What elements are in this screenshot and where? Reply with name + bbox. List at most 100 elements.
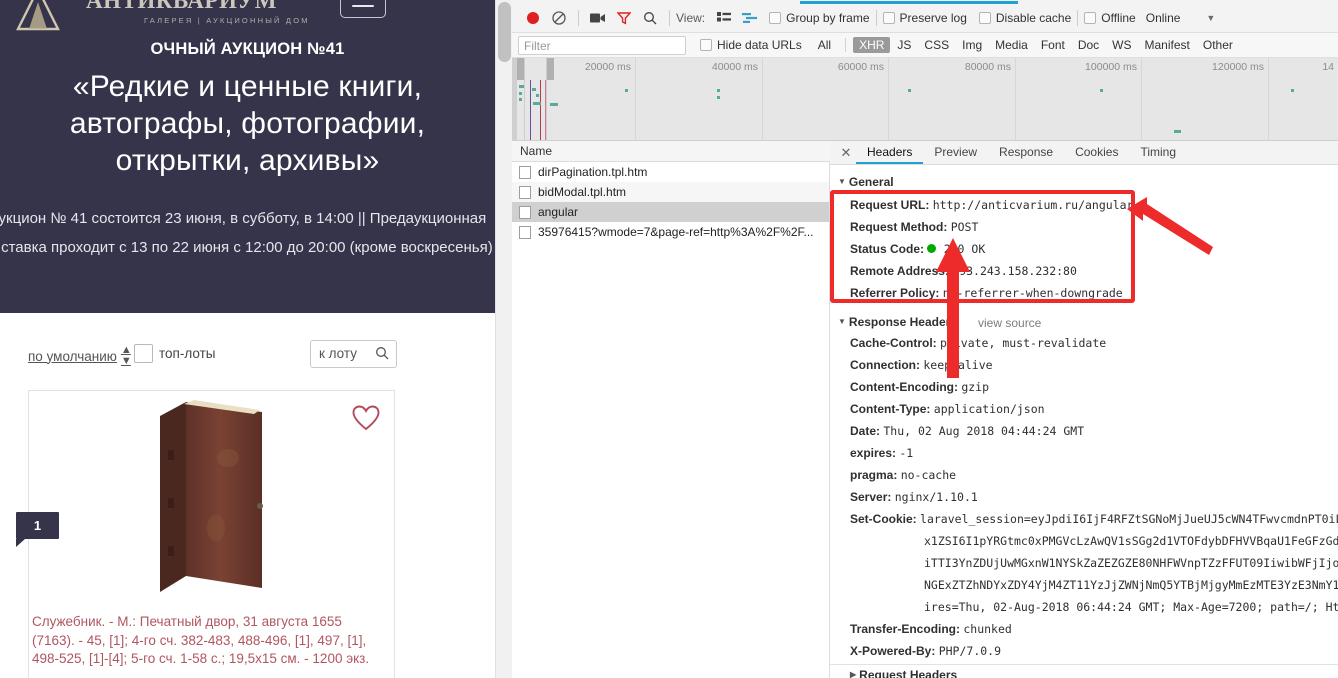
filter-type-all[interactable]: All — [812, 37, 837, 53]
hide-data-urls-checkbox[interactable]: Hide data URLs — [700, 38, 802, 52]
group-by-frame-checkbox[interactable]: Group by frame — [769, 11, 869, 25]
search-icon — [375, 346, 389, 360]
top-lots-checkbox[interactable] — [134, 344, 153, 363]
lot-description[interactable]: Служебник. - М.: Печатный двор, 31 авгус… — [32, 613, 380, 669]
record-icon[interactable] — [520, 5, 546, 31]
request-row-selected[interactable]: angular — [512, 202, 829, 222]
column-header-name: Name — [520, 144, 552, 158]
hamburger-menu-icon[interactable] — [340, 0, 386, 18]
row-key: Content-Encoding: — [850, 380, 958, 394]
row-key: Cache-Control: — [850, 336, 937, 350]
sort-select[interactable]: по умолчанию ▲▼ — [28, 345, 131, 367]
row-key: Status Code: — [850, 242, 924, 256]
filter-type-css[interactable]: CSS — [918, 37, 955, 53]
request-row[interactable]: bidModal.tpl.htm — [512, 182, 829, 202]
general-section-label: General — [849, 175, 894, 189]
row-key: Request URL: — [850, 198, 929, 212]
tab-cookies[interactable]: Cookies — [1064, 141, 1129, 164]
row-key: Transfer-Encoding: — [850, 622, 960, 636]
response-row-transfer-encoding: Transfer-Encoding: chunked — [850, 618, 1012, 640]
response-row-x-powered-by: X-Powered-By: PHP/7.0.9 — [850, 640, 1001, 662]
request-headers-section-header[interactable]: ▶Request Headers — [850, 668, 957, 678]
filter-type-other[interactable]: Other — [1197, 37, 1239, 53]
disable-cache-checkbox[interactable]: Disable cache — [979, 11, 1071, 25]
document-icon — [519, 226, 531, 239]
set-cookie-continuation: NGExZTZhNDYxZDY4YjM4ZT11YzJjZWNjNmQ5YTBj… — [924, 574, 1338, 596]
view-source-link[interactable]: view source — [978, 316, 1041, 330]
tab-timing[interactable]: Timing — [1129, 141, 1187, 164]
filter-type-xhr[interactable]: XHR — [853, 37, 890, 53]
filter-input[interactable]: Filter — [518, 36, 686, 55]
row-value: PHP/7.0.9 — [939, 644, 1001, 658]
auction-kicker: ОЧНЫЙ АУКЦИОН №41 — [0, 40, 495, 59]
brand-logo-mark[interactable] — [14, 0, 62, 32]
disable-cache-box — [979, 12, 991, 24]
lot-search-value: к лоту — [319, 346, 357, 361]
waterfall-view-icon[interactable] — [737, 5, 763, 31]
row-value[interactable]: http://anticvarium.ru/angular — [933, 198, 1134, 212]
chevron-down-icon: ▼ — [838, 177, 846, 186]
general-row-request-url: Request URL: http://anticvarium.ru/angul… — [850, 194, 1133, 216]
toolbar-divider-3 — [876, 10, 877, 26]
search-icon[interactable] — [637, 5, 663, 31]
filter-type-media[interactable]: Media — [989, 37, 1034, 53]
row-key: Request Method: — [850, 220, 947, 234]
preserve-log-box — [883, 12, 895, 24]
network-filterbar: Filter Hide data URLs All XHR JS CSS Img… — [512, 33, 1338, 58]
row-value: nginx/1.10.1 — [895, 490, 978, 504]
brand-logo[interactable]: АНТИКВАРИУМ ГАЛЕРЕЯ | АУКЦИОННЫЙ ДОМ — [86, 0, 316, 28]
document-icon — [519, 206, 531, 219]
overview-tick: 40000 ms — [712, 61, 762, 73]
heart-icon[interactable] — [352, 405, 380, 431]
disable-cache-label: Disable cache — [996, 11, 1071, 25]
filter-type-doc[interactable]: Doc — [1072, 37, 1105, 53]
hide-data-urls-box — [700, 39, 712, 51]
network-toolbar: View: Group by frame — [512, 4, 1338, 33]
tab-headers[interactable]: Headers — [856, 141, 923, 164]
filter-type-img[interactable]: Img — [956, 37, 988, 53]
filter-type-ws[interactable]: WS — [1106, 37, 1137, 53]
filter-type-font[interactable]: Font — [1035, 37, 1071, 53]
group-by-frame-box — [769, 12, 781, 24]
request-list[interactable]: dirPagination.tpl.htm bidModal.tpl.htm a… — [512, 162, 830, 678]
network-overview-timeline[interactable]: 20000 ms 40000 ms 60000 ms 80000 ms 1000… — [512, 58, 1338, 141]
response-row-cache-control: Cache-Control: private, must-revalidate — [850, 332, 1106, 354]
row-value: gzip — [961, 380, 989, 394]
funnel-icon[interactable] — [611, 5, 637, 31]
tab-response[interactable]: Response — [988, 141, 1064, 164]
annotation-arrow-up — [930, 238, 976, 378]
auction-hero: АНТИКВАРИУМ ГАЛЕРЕЯ | АУКЦИОННЫЙ ДОМ ОЧН… — [0, 0, 495, 313]
request-row[interactable]: dirPagination.tpl.htm — [512, 162, 829, 182]
response-row-content-encoding: Content-Encoding: gzip — [850, 376, 989, 398]
general-section-header[interactable]: ▼General — [838, 175, 894, 189]
website-scrollbar-thumb[interactable] — [498, 2, 511, 62]
chevron-down-icon[interactable]: ▼ — [1206, 13, 1215, 23]
filter-type-manifest[interactable]: Manifest — [1139, 37, 1196, 53]
list-view-icon[interactable] — [711, 5, 737, 31]
hide-data-urls-label: Hide data URLs — [717, 38, 802, 52]
row-key: Date: — [850, 424, 880, 438]
throttle-value[interactable]: Online — [1146, 11, 1181, 25]
auction-title: «Редкие и ценные книги, автографы, фотог… — [8, 68, 487, 179]
brand-tagline: ГАЛЕРЕЯ | АУКЦИОННЫЙ ДОМ — [86, 16, 316, 25]
response-row-expires: expires: -1 — [850, 442, 913, 464]
filter-type-js[interactable]: JS — [891, 37, 917, 53]
clear-icon[interactable] — [546, 5, 572, 31]
offline-checkbox[interactable]: Offline — [1084, 11, 1135, 25]
chevron-right-icon: ▶ — [850, 670, 856, 678]
camera-icon[interactable] — [585, 5, 611, 31]
close-icon[interactable]: ✕ — [836, 145, 856, 161]
preserve-log-checkbox[interactable]: Preserve log — [883, 11, 967, 25]
brand-name: АНТИКВАРИУМ — [86, 0, 316, 14]
request-name: 35976415?wmode=7&page-ref=http%3A%2F%2F.… — [538, 225, 814, 239]
lot-image[interactable] — [150, 398, 270, 598]
tab-preview[interactable]: Preview — [923, 141, 988, 164]
lot-search-input[interactable]: к лоту — [310, 340, 397, 368]
document-icon — [519, 166, 531, 179]
row-key: Connection: — [850, 358, 920, 372]
website-scrollbar[interactable] — [495, 0, 512, 678]
request-row[interactable]: 35976415?wmode=7&page-ref=http%3A%2F%2F.… — [512, 222, 829, 242]
row-key: Set-Cookie: — [850, 512, 917, 526]
set-cookie-continuation: iTTI3YnZDUjUwMGxnW1NYSkZaZEZGZE80NHFWVnp… — [924, 552, 1338, 574]
offline-label: Offline — [1101, 11, 1135, 25]
